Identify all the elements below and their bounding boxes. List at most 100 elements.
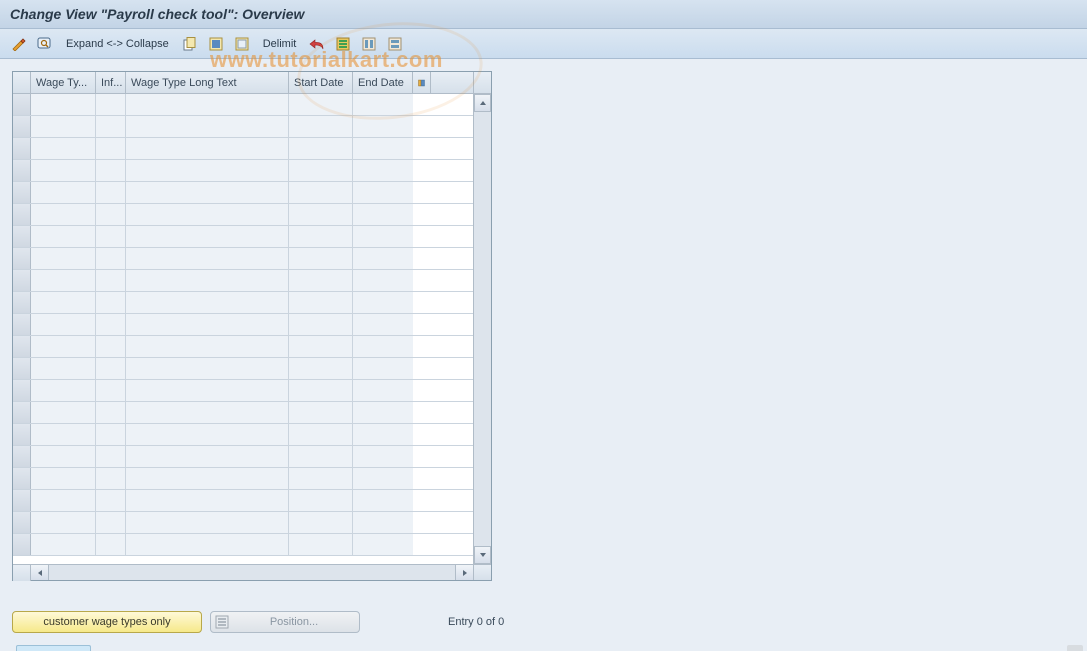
cell-start-date[interactable] xyxy=(289,248,353,269)
cell-inf[interactable] xyxy=(96,314,126,335)
cell-wage-type[interactable] xyxy=(31,358,96,379)
row-selector[interactable] xyxy=(13,534,31,555)
cell-wage-type[interactable] xyxy=(31,512,96,533)
cell-start-date[interactable] xyxy=(289,138,353,159)
layout-3-icon[interactable] xyxy=(384,34,406,54)
cell-inf[interactable] xyxy=(96,534,126,555)
cell-long-text[interactable] xyxy=(126,336,289,357)
cell-start-date[interactable] xyxy=(289,446,353,467)
cell-wage-type[interactable] xyxy=(31,138,96,159)
hscroll-right-icon[interactable] xyxy=(455,565,473,580)
row-selector[interactable] xyxy=(13,182,31,203)
cell-end-date[interactable] xyxy=(353,380,413,401)
col-inf[interactable]: Inf... xyxy=(96,72,126,93)
cell-start-date[interactable] xyxy=(289,204,353,225)
row-selector[interactable] xyxy=(13,380,31,401)
change-display-icon[interactable] xyxy=(8,34,30,54)
cell-long-text[interactable] xyxy=(126,182,289,203)
cell-inf[interactable] xyxy=(96,292,126,313)
cell-end-date[interactable] xyxy=(353,204,413,225)
cell-start-date[interactable] xyxy=(289,380,353,401)
hscroll-left-icon[interactable] xyxy=(31,565,49,580)
cell-start-date[interactable] xyxy=(289,270,353,291)
cell-wage-type[interactable] xyxy=(31,336,96,357)
row-selector[interactable] xyxy=(13,402,31,423)
cell-start-date[interactable] xyxy=(289,182,353,203)
expand-collapse-button[interactable]: Expand <-> Collapse xyxy=(60,36,175,52)
cell-start-date[interactable] xyxy=(289,534,353,555)
cell-start-date[interactable] xyxy=(289,424,353,445)
copy-icon[interactable] xyxy=(179,34,201,54)
cell-wage-type[interactable] xyxy=(31,226,96,247)
row-selector[interactable] xyxy=(13,292,31,313)
cell-inf[interactable] xyxy=(96,446,126,467)
cell-wage-type[interactable] xyxy=(31,534,96,555)
cell-inf[interactable] xyxy=(96,160,126,181)
hscroll-track[interactable] xyxy=(49,565,455,580)
cell-long-text[interactable] xyxy=(126,380,289,401)
cell-wage-type[interactable] xyxy=(31,402,96,423)
cell-start-date[interactable] xyxy=(289,292,353,313)
cell-end-date[interactable] xyxy=(353,116,413,137)
cell-wage-type[interactable] xyxy=(31,446,96,467)
cell-long-text[interactable] xyxy=(126,138,289,159)
cell-inf[interactable] xyxy=(96,336,126,357)
cell-start-date[interactable] xyxy=(289,468,353,489)
row-selector[interactable] xyxy=(13,424,31,445)
cell-long-text[interactable] xyxy=(126,358,289,379)
cell-long-text[interactable] xyxy=(126,94,289,115)
cell-long-text[interactable] xyxy=(126,160,289,181)
cell-inf[interactable] xyxy=(96,468,126,489)
cell-inf[interactable] xyxy=(96,248,126,269)
delimit-button[interactable]: Delimit xyxy=(257,36,303,52)
cell-long-text[interactable] xyxy=(126,248,289,269)
cell-wage-type[interactable] xyxy=(31,314,96,335)
row-selector[interactable] xyxy=(13,116,31,137)
position-button[interactable]: Position... xyxy=(210,611,360,633)
cell-start-date[interactable] xyxy=(289,490,353,511)
row-selector[interactable] xyxy=(13,490,31,511)
cell-wage-type[interactable] xyxy=(31,270,96,291)
col-wage-type[interactable]: Wage Ty... xyxy=(31,72,96,93)
cell-inf[interactable] xyxy=(96,402,126,423)
layout-2-icon[interactable] xyxy=(358,34,380,54)
row-selector-header[interactable] xyxy=(13,72,31,93)
cell-long-text[interactable] xyxy=(126,204,289,225)
cell-inf[interactable] xyxy=(96,116,126,137)
cell-wage-type[interactable] xyxy=(31,424,96,445)
cell-start-date[interactable] xyxy=(289,402,353,423)
col-end-date[interactable]: End Date xyxy=(353,72,413,93)
select-all-icon[interactable] xyxy=(205,34,227,54)
cell-start-date[interactable] xyxy=(289,160,353,181)
cell-inf[interactable] xyxy=(96,380,126,401)
row-selector[interactable] xyxy=(13,446,31,467)
cell-end-date[interactable] xyxy=(353,512,413,533)
find-icon[interactable] xyxy=(34,34,56,54)
scroll-track[interactable] xyxy=(474,112,491,546)
row-selector[interactable] xyxy=(13,314,31,335)
row-selector[interactable] xyxy=(13,468,31,489)
cell-long-text[interactable] xyxy=(126,446,289,467)
cell-wage-type[interactable] xyxy=(31,116,96,137)
row-selector[interactable] xyxy=(13,204,31,225)
cell-inf[interactable] xyxy=(96,204,126,225)
cell-start-date[interactable] xyxy=(289,226,353,247)
cell-inf[interactable] xyxy=(96,512,126,533)
cell-inf[interactable] xyxy=(96,138,126,159)
table-config-icon[interactable] xyxy=(413,72,431,93)
row-selector[interactable] xyxy=(13,358,31,379)
cell-long-text[interactable] xyxy=(126,402,289,423)
cell-end-date[interactable] xyxy=(353,182,413,203)
cell-start-date[interactable] xyxy=(289,94,353,115)
cell-end-date[interactable] xyxy=(353,336,413,357)
cell-start-date[interactable] xyxy=(289,512,353,533)
row-selector[interactable] xyxy=(13,138,31,159)
col-start-date[interactable]: Start Date xyxy=(289,72,353,93)
cell-inf[interactable] xyxy=(96,94,126,115)
cell-inf[interactable] xyxy=(96,226,126,247)
cell-long-text[interactable] xyxy=(126,468,289,489)
cell-end-date[interactable] xyxy=(353,424,413,445)
cell-end-date[interactable] xyxy=(353,358,413,379)
cell-end-date[interactable] xyxy=(353,314,413,335)
cell-end-date[interactable] xyxy=(353,446,413,467)
